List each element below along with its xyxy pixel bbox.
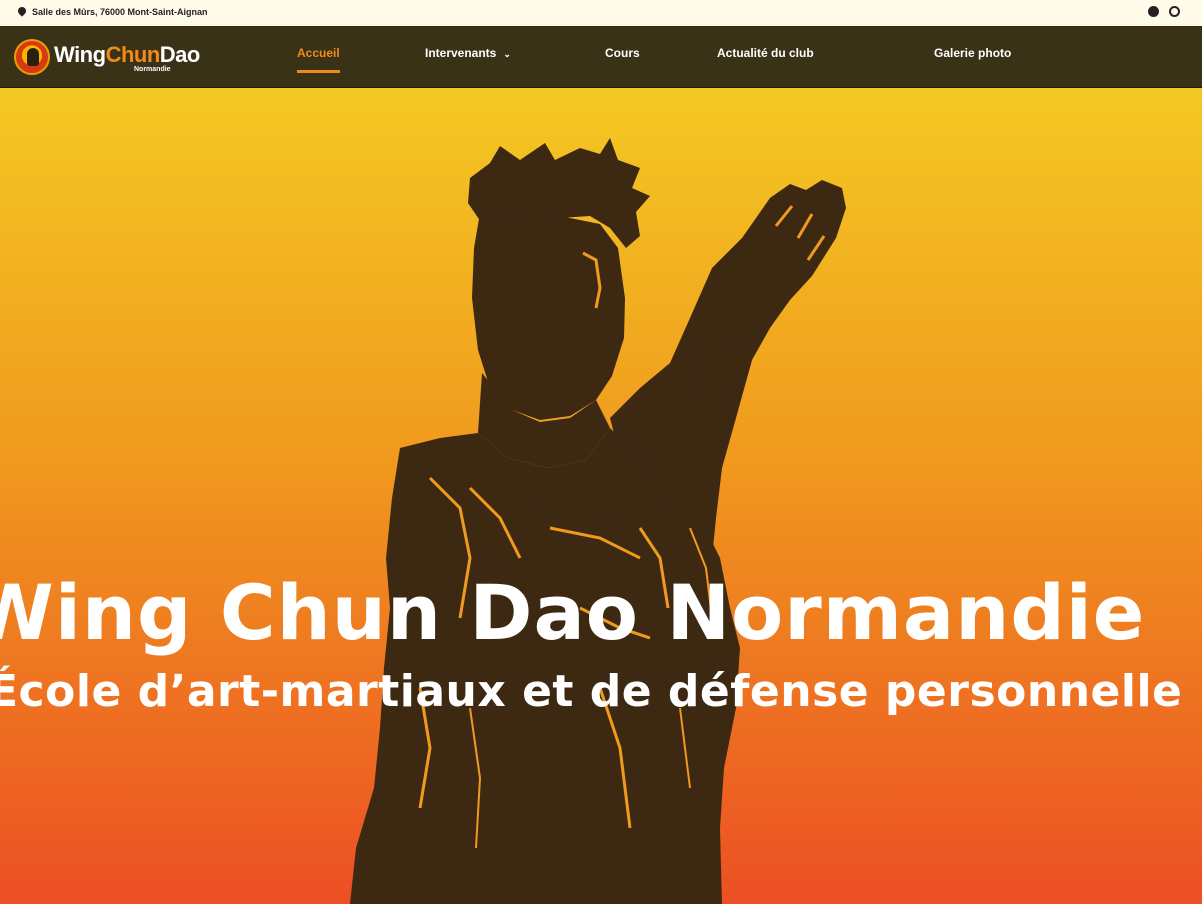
logo-emblem-icon xyxy=(14,39,50,75)
facebook-icon[interactable] xyxy=(1148,6,1159,17)
site-logo[interactable]: WingChunDao Normandie xyxy=(14,37,200,77)
hero-banner: Wing Chun Dao Normandie École d’art-mart… xyxy=(0,88,1202,904)
nav-item-cours[interactable]: Cours xyxy=(605,46,640,60)
nav-item-actualite[interactable]: Actualité du club xyxy=(717,46,814,60)
map-pin-icon xyxy=(18,7,26,17)
logo-wordmark: WingChunDao xyxy=(54,42,200,67)
instagram-icon[interactable] xyxy=(1169,6,1180,17)
top-info-bar: Salle des Mûrs, 76000 Mont-Saint-Aignan xyxy=(0,0,1202,27)
address-text: Salle des Mûrs, 76000 Mont-Saint-Aignan xyxy=(32,7,208,17)
martial-artist-silhouette xyxy=(350,138,846,904)
main-navigation: WingChunDao Normandie Accueil Intervenan… xyxy=(0,27,1202,88)
nav-item-intervenants[interactable]: Intervenants ⌄ xyxy=(425,46,511,60)
social-links xyxy=(1148,6,1180,17)
nav-item-galerie[interactable]: Galerie photo xyxy=(934,46,1011,60)
address: Salle des Mûrs, 76000 Mont-Saint-Aignan xyxy=(18,7,208,17)
chevron-down-icon: ⌄ xyxy=(503,49,511,59)
logo-subtitle: Normandie xyxy=(134,66,171,73)
nav-item-accueil[interactable]: Accueil xyxy=(297,46,340,73)
hero-title: Wing Chun Dao Normandie xyxy=(0,568,1146,657)
hero-subtitle: École d’art-martiaux et de défense perso… xyxy=(0,666,1183,717)
